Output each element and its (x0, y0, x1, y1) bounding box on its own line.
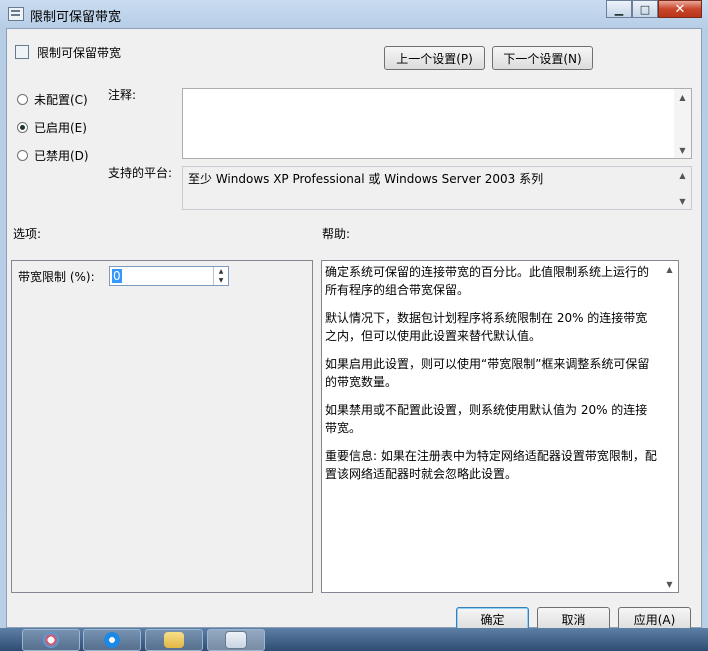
cancel-button[interactable]: 取消 (537, 607, 610, 628)
help-text: 确定系统可保留的连接带宽的百分比。此值限制系统上运行的所有程序的组合带宽保留。 … (325, 263, 658, 493)
next-setting-button[interactable]: 下一个设置(N) (492, 46, 593, 70)
bandwidth-limit-value[interactable]: 0 (112, 269, 122, 283)
radio-circle[interactable] (17, 150, 28, 161)
dialog-window: 限制可保留带宽 ▁ □ ✕ 限制可保留带宽 上一个设置(P) 下一个设置(N) … (0, 0, 708, 628)
app-icon (43, 632, 59, 648)
bandwidth-limit-spinbox[interactable]: 0 ▲ ▼ (109, 266, 229, 286)
help-label: 帮助: (322, 227, 351, 241)
taskbar-app-3[interactable] (145, 629, 203, 651)
help-scrollbar[interactable]: ▲ ▼ (661, 261, 678, 592)
minimize-button[interactable]: ▁ (606, 0, 632, 18)
taskbar-app-4[interactable] (207, 629, 265, 651)
platform-label: 支持的平台: (108, 166, 173, 180)
spin-up-icon[interactable]: ▲ (214, 267, 228, 276)
header-policy-name: 限制可保留带宽 (37, 46, 122, 60)
browser-icon (104, 632, 120, 648)
taskbar-app-2[interactable] (83, 629, 141, 651)
window-title: 限制可保留带宽 (30, 10, 122, 25)
scroll-down-icon[interactable]: ▼ (674, 142, 691, 158)
options-panel: 带宽限制 (%): 0 ▲ ▼ (11, 260, 313, 593)
ok-button[interactable]: 确定 (456, 607, 529, 628)
help-paragraph: 确定系统可保留的连接带宽的百分比。此值限制系统上运行的所有程序的组合带宽保留。 (325, 265, 650, 297)
help-paragraph: 默认情况下，数据包计划程序将系统限制在 20% 的连接带宽之内，但可以使用此设置… (325, 311, 648, 343)
platform-scrollbar[interactable]: ▲ ▼ (674, 167, 691, 209)
scroll-down-icon[interactable]: ▼ (674, 193, 691, 209)
folder-icon (164, 632, 184, 648)
comment-label: 注释: (108, 88, 137, 102)
title-bar[interactable]: 限制可保留带宽 ▁ □ ✕ (0, 0, 708, 28)
radio-not-configured[interactable]: 未配置(C) (17, 91, 88, 108)
help-panel: 确定系统可保留的连接带宽的百分比。此值限制系统上运行的所有程序的组合带宽保留。 … (321, 260, 679, 593)
previous-setting-button[interactable]: 上一个设置(P) (384, 46, 485, 70)
options-label: 选项: (13, 227, 42, 241)
platform-field: 至少 Windows XP Professional 或 Windows Ser… (182, 166, 692, 210)
scroll-up-icon[interactable]: ▲ (661, 261, 678, 277)
radio-circle-checked[interactable] (17, 122, 28, 133)
policy-editor-icon (225, 631, 247, 649)
scroll-up-icon[interactable]: ▲ (674, 167, 691, 183)
radio-label: 已启用(E) (34, 121, 87, 135)
dialog-client: 限制可保留带宽 上一个设置(P) 下一个设置(N) 未配置(C) 已启用(E) … (6, 28, 702, 628)
help-paragraph: 如果启用此设置，则可以使用“带宽限制”框来调整系统可保留的带宽数量。 (325, 357, 650, 389)
close-button[interactable]: ✕ (658, 0, 702, 18)
platform-value: 至少 Windows XP Professional 或 Windows Ser… (188, 172, 544, 186)
scroll-down-icon[interactable]: ▼ (661, 576, 678, 592)
radio-label: 未配置(C) (34, 93, 88, 107)
radio-label: 已禁用(D) (34, 149, 89, 163)
radio-disabled[interactable]: 已禁用(D) (17, 147, 89, 164)
taskbar-app-1[interactable] (22, 629, 80, 651)
apply-button[interactable]: 应用(A) (618, 607, 691, 628)
header-policy-icon (15, 45, 29, 59)
scroll-up-icon[interactable]: ▲ (674, 89, 691, 105)
help-paragraph: 如果禁用或不配置此设置，则系统使用默认值为 20% 的连接带宽。 (325, 403, 648, 435)
comment-scrollbar[interactable]: ▲ ▼ (674, 89, 691, 158)
comment-textarea[interactable]: ▲ ▼ (182, 88, 692, 159)
maximize-button[interactable]: □ (632, 0, 658, 18)
help-paragraph: 重要信息: 如果在注册表中为特定网络适配器设置带宽限制，配置该网络适配器时就会忽… (325, 449, 657, 481)
spin-down-icon[interactable]: ▼ (214, 276, 228, 285)
policy-icon (8, 7, 24, 21)
bandwidth-limit-label: 带宽限制 (%): (18, 270, 95, 284)
taskbar (0, 628, 708, 651)
radio-enabled[interactable]: 已启用(E) (17, 119, 87, 136)
radio-circle[interactable] (17, 94, 28, 105)
